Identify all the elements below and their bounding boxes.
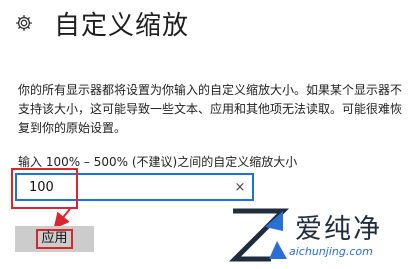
apply-button-label: 应用 <box>36 229 73 249</box>
clear-icon[interactable]: × <box>228 175 252 199</box>
description-text: 你的所有显示器都将设置为你输入的自定义缩放大小。如果某个显示器不支持该大小，这可… <box>18 83 403 135</box>
watermark-logo-icon <box>228 208 290 262</box>
page-title: 自定义缩放 <box>54 10 190 41</box>
gear-icon <box>14 13 34 33</box>
watermark-url: aichunjing.com <box>289 245 373 258</box>
highlight-box-input <box>11 168 78 209</box>
apply-button[interactable]: 应用 <box>15 226 94 252</box>
page-header: 自定义缩放 <box>14 6 190 41</box>
watermark-brand: 爱纯净 <box>295 214 382 245</box>
watermark: 爱纯净 aichunjing.com <box>225 205 405 265</box>
